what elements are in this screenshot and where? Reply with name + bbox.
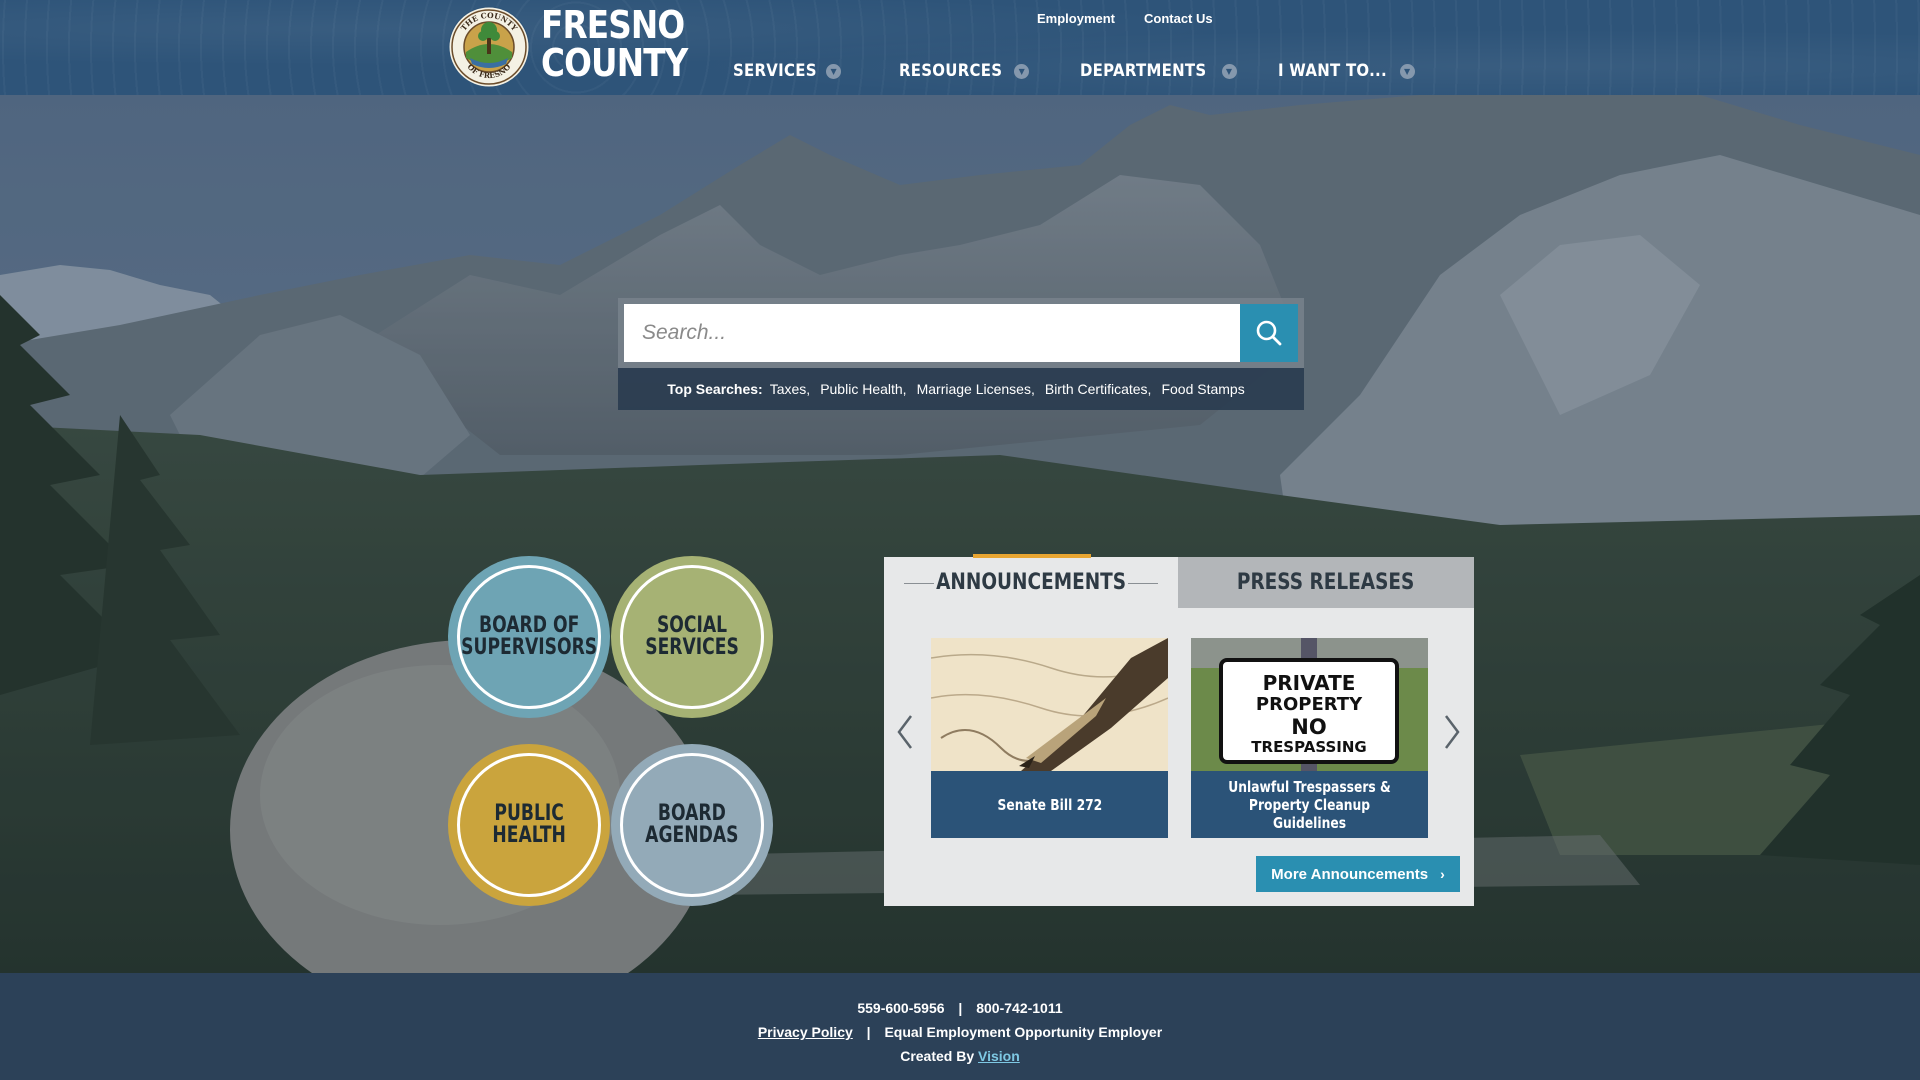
announcement-title: Senate Bill 272	[997, 795, 1102, 814]
phone-number-1[interactable]: 559-600-5956	[857, 1000, 944, 1016]
county-seal-logo[interactable]: THE COUNTY OF FRESNO	[448, 6, 530, 88]
search-input[interactable]	[624, 304, 1240, 362]
brand-line-2: COUNTY	[541, 41, 688, 85]
carousel-next-button[interactable]	[1440, 712, 1464, 752]
tab-announcements-label: ANNOUNCEMENTS	[936, 570, 1126, 595]
employment-link[interactable]: Employment	[1037, 11, 1115, 26]
footer-links: Privacy Policy | Equal Employment Opport…	[0, 1024, 1920, 1040]
quick-link-board-of-supervisors[interactable]: BOARD OF SUPERVISORS	[448, 556, 610, 718]
search-button[interactable]	[1240, 304, 1298, 362]
sign-text-trespassing: TRESPASSING	[1251, 738, 1366, 756]
nav-resources[interactable]: RESOURCES ▼	[899, 59, 1030, 83]
nav-i-want-to-label: I WANT TO...	[1278, 61, 1387, 81]
chevron-down-icon: ▼	[1221, 63, 1237, 79]
chevron-right-icon	[1445, 715, 1460, 749]
quick-link-label: BOARD AGENDAS	[645, 801, 739, 848]
announcement-caption: Senate Bill 272	[931, 771, 1168, 838]
top-searches-label: Top Searches:	[667, 381, 763, 397]
sign-text-no: NO	[1291, 715, 1326, 739]
carousel-prev-button[interactable]	[893, 712, 917, 752]
search-panel: Top Searches: Taxes, Public Health, Marr…	[618, 298, 1304, 412]
sign-text-property: PROPERTY	[1256, 694, 1363, 715]
sign-text-private: PRIVATE	[1263, 671, 1356, 695]
nav-services-label: SERVICES	[733, 61, 817, 81]
tab-divider-right	[1128, 583, 1158, 584]
announcement-title: Unlawful Trespassers & Property Cleanup …	[1228, 777, 1391, 832]
top-search-link-marriage-licenses[interactable]: Marriage Licenses,	[917, 381, 1035, 397]
created-by-label: Created By	[900, 1048, 975, 1064]
phone-number-2[interactable]: 800-742-1011	[976, 1000, 1062, 1016]
eeo-statement: Equal Employment Opportunity Employer	[884, 1024, 1163, 1040]
tab-press-releases-label: PRESS RELEASES	[1237, 570, 1415, 595]
fountain-pen-image	[931, 638, 1168, 771]
footer-phones: 559-600-5956 | 800-742-1011	[0, 1000, 1920, 1016]
vision-link[interactable]: Vision	[978, 1048, 1020, 1064]
tab-divider-left	[904, 583, 934, 584]
chevron-down-icon: ▼	[1014, 63, 1030, 79]
top-searches-bar: Top Searches: Taxes, Public Health, Marr…	[618, 368, 1304, 410]
quick-link-public-health[interactable]: PUBLIC HEALTH	[448, 744, 610, 906]
chevron-down-icon: ▼	[826, 63, 842, 79]
brand-wordmark[interactable]: FRESNO COUNTY	[541, 3, 688, 85]
privacy-policy-link[interactable]: Privacy Policy	[758, 1024, 853, 1040]
footer-credit: Created By Vision	[0, 1048, 1920, 1064]
announcement-card[interactable]: PRIVATE PROPERTY NO TRESPASSING Unlawful…	[1191, 638, 1428, 838]
quick-link-label: PUBLIC HEALTH	[492, 801, 566, 848]
search-box	[618, 298, 1304, 368]
nav-departments-label: DEPARTMENTS	[1080, 61, 1207, 81]
nav-services[interactable]: SERVICES ▼	[733, 59, 842, 83]
quick-link-social-services[interactable]: SOCIAL SERVICES	[611, 556, 773, 718]
top-search-link-taxes[interactable]: Taxes,	[770, 381, 810, 397]
more-announcements-button[interactable]: More Announcements ›	[1256, 856, 1460, 892]
quick-link-board-agendas[interactable]: BOARD AGENDAS	[611, 744, 773, 906]
announcement-caption: Unlawful Trespassers & Property Cleanup …	[1191, 771, 1428, 838]
contact-us-link[interactable]: Contact Us	[1144, 11, 1213, 26]
announcement-card[interactable]: Senate Bill 272	[931, 638, 1168, 838]
search-icon	[1256, 320, 1282, 346]
brand-line-1: FRESNO	[541, 3, 685, 47]
quick-link-label: BOARD OF SUPERVISORS	[461, 613, 598, 660]
chevron-down-icon: ▼	[1399, 63, 1415, 79]
no-trespassing-sign-image: PRIVATE PROPERTY NO TRESPASSING	[1191, 638, 1428, 771]
nav-departments[interactable]: DEPARTMENTS ▼	[1080, 59, 1237, 83]
separator: |	[958, 1000, 963, 1016]
chevron-right-icon: ›	[1440, 866, 1445, 882]
site-footer: 559-600-5956 | 800-742-1011 Privacy Poli…	[0, 973, 1920, 1080]
nav-resources-label: RESOURCES	[899, 61, 1003, 81]
top-search-link-birth-certificates[interactable]: Birth Certificates,	[1045, 381, 1152, 397]
site-header: THE COUNTY OF FRESNO FRESNO COUNTY Emplo…	[0, 0, 1920, 95]
top-search-link-food-stamps[interactable]: Food Stamps	[1161, 381, 1244, 397]
more-announcements-label: More Announcements	[1271, 865, 1429, 883]
tab-press-releases[interactable]: PRESS RELEASES	[1178, 557, 1474, 608]
nav-i-want-to[interactable]: I WANT TO... ▼	[1278, 59, 1415, 83]
top-search-link-public-health[interactable]: Public Health,	[820, 381, 906, 397]
separator: |	[866, 1024, 871, 1040]
quick-link-label: SOCIAL SERVICES	[645, 613, 739, 660]
chevron-left-icon	[897, 715, 912, 749]
